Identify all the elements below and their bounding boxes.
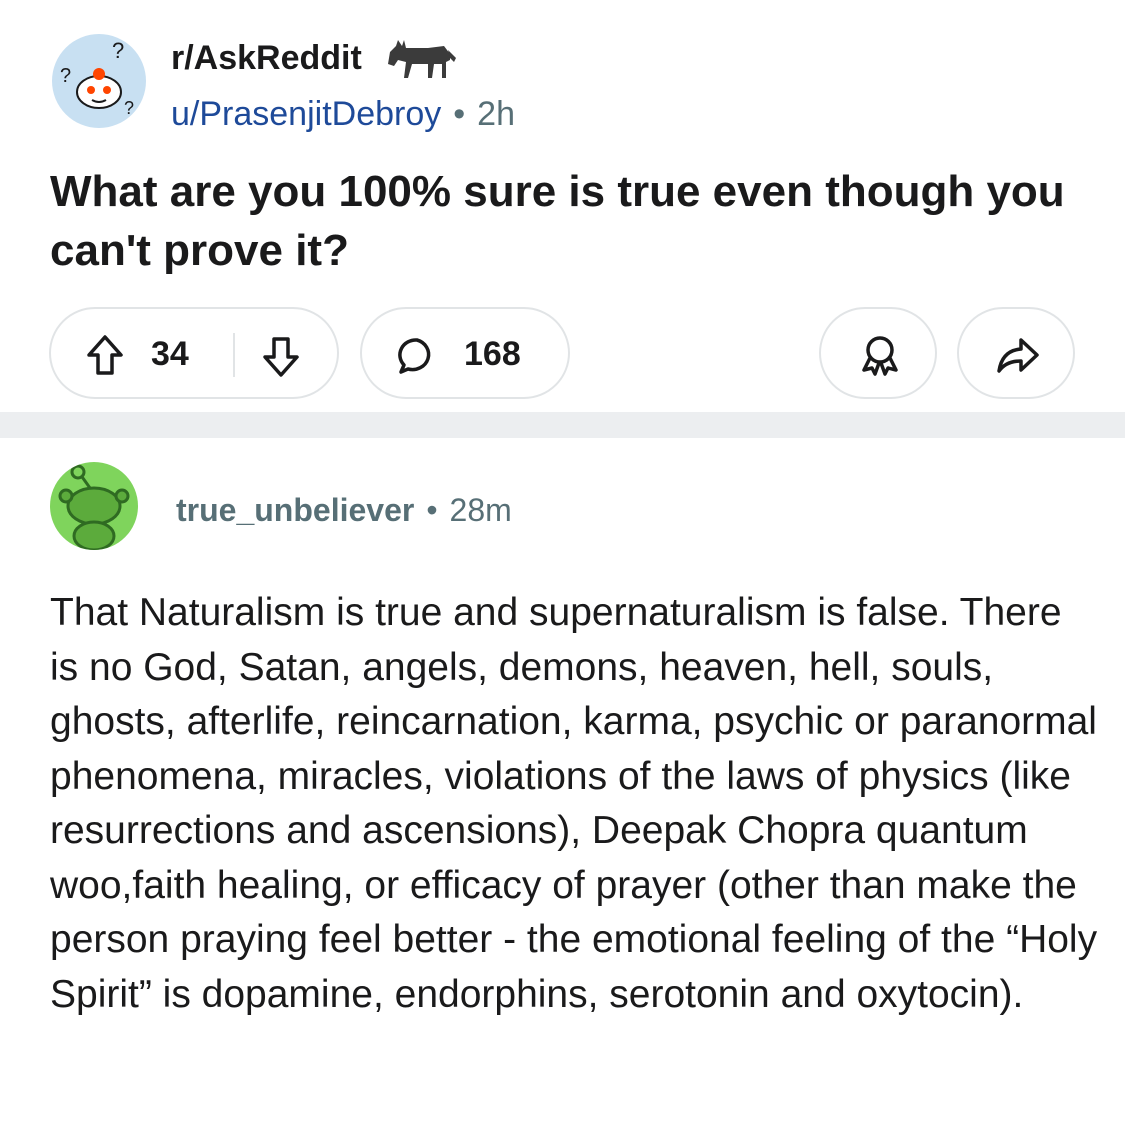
post-card: ? ? ? r/AskReddit u/PrasenjitDebroy • 2h W… bbox=[0, 0, 1125, 412]
comment-author-link[interactable]: true_unbeliever bbox=[176, 492, 414, 528]
upvote-count: 34 bbox=[151, 335, 189, 373]
vote-divider bbox=[233, 333, 235, 377]
post-age: 2h bbox=[477, 95, 515, 133]
post-author-link[interactable]: u/PrasenjitDebroy bbox=[171, 95, 441, 133]
comment-count: 168 bbox=[464, 335, 521, 373]
post-title[interactable]: What are you 100% sure is true even thou… bbox=[50, 162, 1070, 280]
post-meta: u/PrasenjitDebroy • 2h bbox=[171, 95, 515, 134]
svg-text:?: ? bbox=[124, 98, 134, 118]
subreddit-avatar-icon[interactable]: ? ? ? bbox=[52, 34, 146, 128]
comment-card: true_unbeliever • 28m That Naturalism is t… bbox=[0, 438, 1125, 1138]
vote-bar: 34 bbox=[49, 307, 339, 399]
donkey-flair-icon bbox=[384, 36, 460, 80]
section-divider bbox=[0, 412, 1125, 438]
comment-age: 28m bbox=[449, 492, 512, 528]
comment-meta: true_unbeliever • 28m bbox=[176, 492, 512, 529]
comment-icon bbox=[398, 338, 431, 374]
svg-text:?: ? bbox=[60, 65, 71, 87]
meta-separator: • bbox=[426, 492, 438, 528]
commenter-avatar-icon[interactable] bbox=[50, 462, 138, 550]
svg-text:?: ? bbox=[112, 38, 124, 63]
meta-separator: • bbox=[453, 95, 466, 133]
share-button[interactable] bbox=[957, 307, 1075, 399]
comment-body: That Naturalism is true and supernatural… bbox=[50, 591, 1098, 1016]
award-button[interactable] bbox=[819, 307, 937, 399]
downvote-icon[interactable] bbox=[261, 335, 301, 379]
upvote-icon[interactable] bbox=[85, 333, 125, 377]
subreddit-name[interactable]: r/AskReddit bbox=[171, 39, 362, 78]
comments-button[interactable]: 168 bbox=[360, 307, 570, 399]
share-icon bbox=[997, 338, 1039, 373]
award-icon bbox=[862, 336, 898, 376]
